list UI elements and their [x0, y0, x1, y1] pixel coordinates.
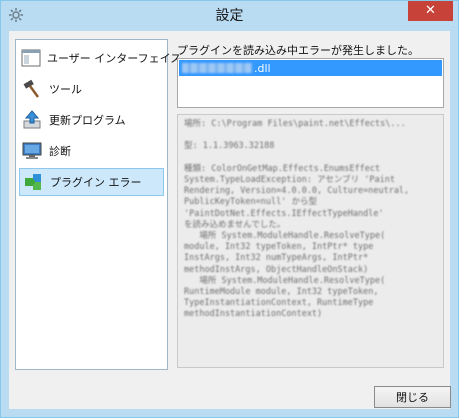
settings-window: 設定 ✕ ユーザー インターフェイス ツール 更新プログラム 診断 プラグイン …	[0, 0, 459, 418]
settings-sidebar: ユーザー インターフェイス ツール 更新プログラム 診断 プラグイン エラー	[15, 39, 181, 370]
window-icon	[21, 47, 41, 69]
list-item[interactable]: .dll	[179, 60, 442, 76]
hammer-icon	[21, 78, 43, 100]
window-close-button[interactable]: ✕	[408, 1, 453, 21]
monitor-icon	[21, 140, 43, 162]
failed-plugin-list[interactable]: .dll	[177, 58, 444, 108]
title-bar: 設定 ✕	[1, 1, 458, 31]
dialog-client-area: ユーザー インターフェイス ツール 更新プログラム 診断 プラグイン エラー プ…	[9, 31, 451, 409]
puzzle-icon	[22, 171, 44, 193]
redacted-filename	[182, 63, 252, 73]
window-title: 設定	[215, 8, 244, 24]
sidebar-item-tools[interactable]: ツール	[19, 75, 164, 103]
plugin-error-heading: プラグインを読み込み中エラーが発生しました。	[177, 44, 419, 57]
sidebar-item-label: プラグイン エラー	[50, 176, 142, 189]
close-button[interactable]: 閉じる	[374, 386, 451, 408]
sidebar-item-updates[interactable]: 更新プログラム	[19, 106, 164, 134]
sidebar-item-label: 更新プログラム	[49, 114, 126, 127]
error-details-box[interactable]: 場所: C:\Program Files\paint.net\Effects\.…	[177, 114, 444, 368]
sidebar-item-plugin-errors[interactable]: プラグイン エラー	[19, 168, 164, 196]
sidebar-item-diagnostics[interactable]: 診断	[19, 137, 164, 165]
update-icon	[21, 109, 43, 131]
sidebar-item-label: ツール	[49, 83, 82, 96]
sidebar-item-user-interface[interactable]: ユーザー インターフェイス	[19, 44, 181, 72]
file-extension: .dll	[254, 61, 271, 75]
sidebar-item-label: 診断	[49, 145, 71, 158]
error-details-text: 場所: C:\Program Files\paint.net\Effects\.…	[184, 119, 410, 320]
sidebar-item-label: ユーザー インターフェイス	[47, 52, 182, 65]
